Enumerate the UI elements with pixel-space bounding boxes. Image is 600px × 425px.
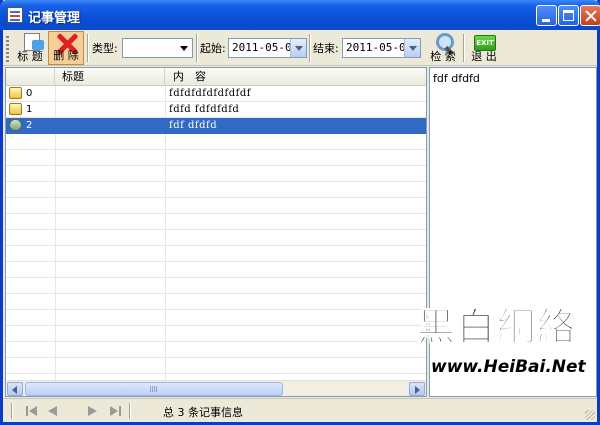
scrollbar-thumb[interactable] (25, 382, 283, 396)
resize-grip[interactable] (585, 410, 595, 420)
search-button[interactable]: 检 索 (425, 31, 461, 65)
end-date-picker[interactable]: 2011-05-04 (342, 38, 421, 58)
toolbar-separator (463, 34, 464, 62)
table-row-selected[interactable]: 2 fdf dfdfd (6, 118, 426, 134)
delete-button[interactable]: 删 除 (48, 31, 84, 65)
window-title: 记事管理 (28, 11, 81, 26)
toolbar-separator (87, 34, 88, 62)
previous-record-icon[interactable] (45, 404, 61, 418)
row-index: 0 (26, 88, 33, 99)
type-label: 类型: (92, 42, 118, 55)
current-row-icon (9, 119, 22, 131)
toolbar: 标 题 删 除 类型: 起始: 2011-05-04 结束: 2011-05-0… (3, 30, 597, 66)
status-separator (11, 403, 12, 419)
title-bar[interactable]: 记事管理 (0, 0, 600, 30)
exit-button-label: 退 出 (471, 50, 497, 63)
row-header-column[interactable] (6, 68, 55, 86)
next-record-icon[interactable] (85, 404, 101, 418)
toolbar-separator (196, 34, 197, 62)
chevron-down-icon[interactable] (290, 39, 306, 57)
start-date-picker[interactable]: 2011-05-04 (228, 38, 307, 58)
row-index: 1 (26, 104, 33, 115)
toolbar-separator (309, 34, 310, 62)
column-header-title[interactable]: 标题 (55, 68, 165, 86)
table-row[interactable]: 0 fdfdfdfdfdfdfdf (6, 86, 426, 102)
status-separator (129, 403, 130, 419)
memo-grid[interactable]: 标题 内 容 0 fdfdfdfdfdfdfdf 1 fdfd fdfdfdfd… (5, 67, 427, 397)
title-button[interactable]: 标 题 (12, 31, 48, 65)
close-button[interactable] (580, 5, 600, 26)
row-content: fdfdfdfdfdfdfdf (169, 88, 251, 99)
table-row[interactable]: 1 fdfd fdfdfdfd (6, 102, 426, 118)
watermark-logo: 黑白網絡 (416, 304, 578, 350)
start-date-value: 2011-05-04 (232, 41, 299, 54)
toolbar-grip[interactable] (6, 36, 9, 62)
memo-row-icon (9, 87, 22, 99)
end-date-value: 2011-05-04 (346, 41, 413, 54)
row-content: fdfd fdfdfdfd (169, 104, 240, 115)
title-button-label: 标 题 (17, 50, 43, 63)
row-content: fdf dfdfd (169, 120, 218, 131)
delete-button-label: 删 除 (53, 49, 79, 62)
maximize-button[interactable] (558, 5, 579, 26)
scroll-left-icon[interactable] (7, 382, 23, 396)
horizontal-scrollbar[interactable] (6, 380, 426, 396)
status-bar: 总 3 条记事信息 (3, 398, 597, 422)
grid-header: 标题 内 容 (6, 68, 426, 86)
app-icon (7, 7, 23, 23)
chevron-down-icon[interactable] (404, 39, 420, 57)
column-header-content[interactable]: 内 容 (165, 68, 426, 86)
search-button-label: 检 索 (430, 50, 456, 63)
record-count-text: 总 3 条记事信息 (163, 406, 243, 419)
app-window: 记事管理 标 题 删 除 类型: 起始: 2011-05-04 结束: 2011… (0, 0, 600, 425)
scroll-right-icon[interactable] (409, 382, 425, 396)
row-index: 2 (26, 120, 33, 131)
start-label: 起始: (200, 42, 226, 55)
end-label: 结束: (313, 42, 339, 55)
type-select[interactable] (122, 38, 193, 58)
minimize-button[interactable] (536, 5, 557, 26)
watermark-url: www.HeiBai.Net (431, 357, 586, 377)
first-record-icon[interactable] (25, 404, 41, 418)
memo-row-icon (9, 103, 22, 115)
exit-button[interactable]: EXIT 退 出 (465, 31, 503, 65)
last-record-icon[interactable] (107, 404, 123, 418)
chevron-down-icon[interactable] (176, 39, 192, 57)
